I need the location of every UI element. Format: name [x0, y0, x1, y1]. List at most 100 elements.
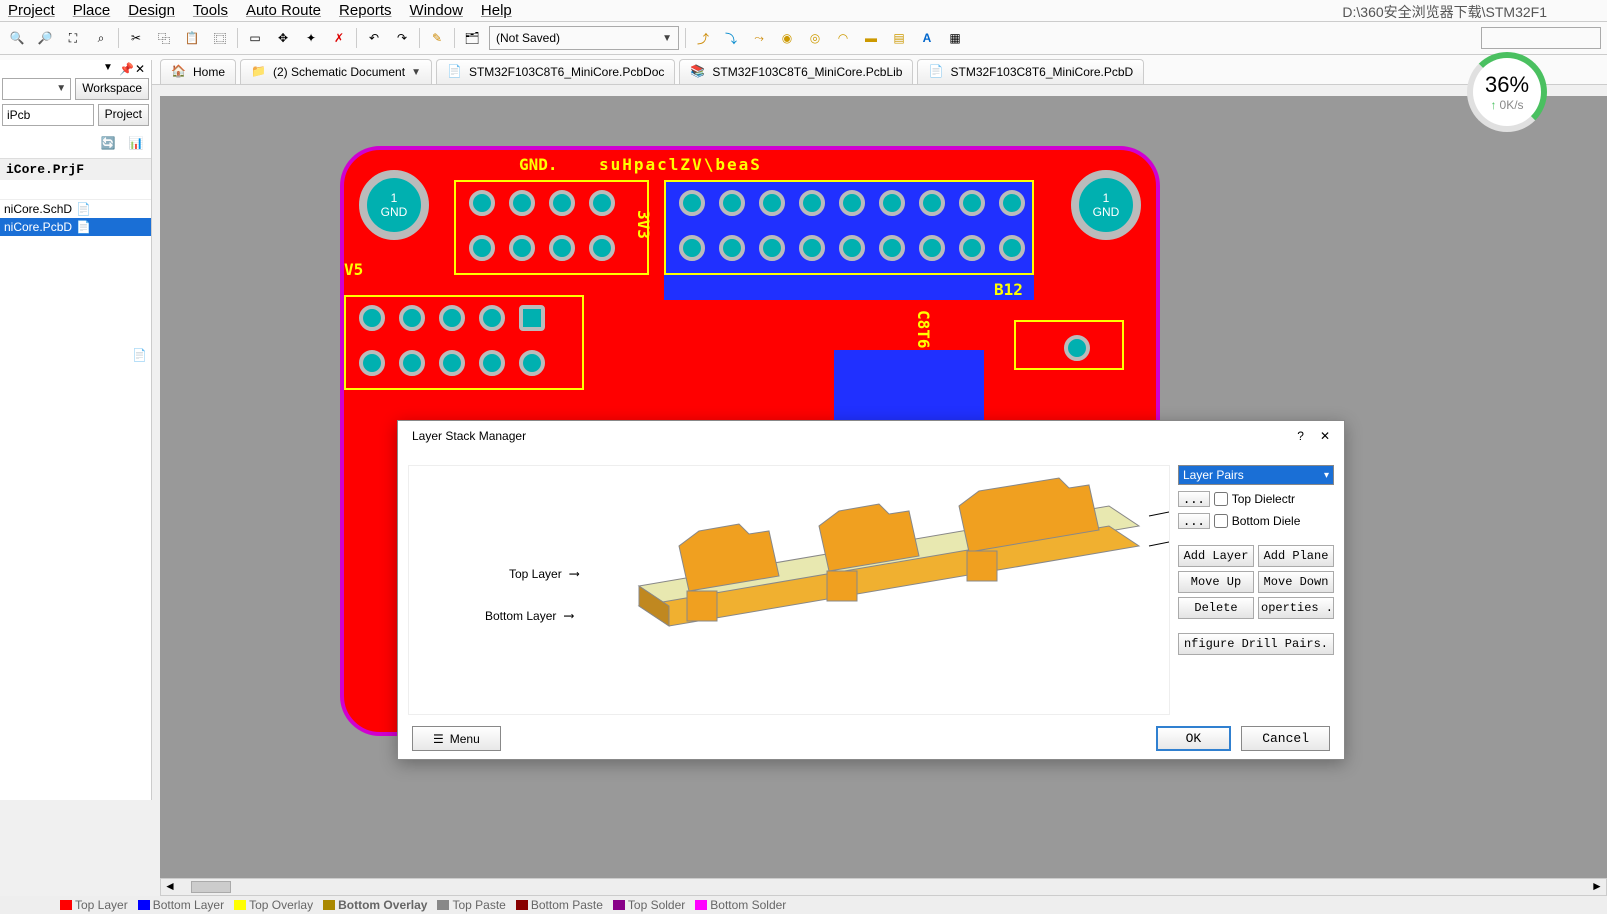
place-via-icon[interactable]: ◎	[804, 27, 826, 49]
add-layer-button[interactable]: Add Layer	[1178, 545, 1254, 567]
projects-panel: ▼ 📌 ✕ ▼ Workspace iPcb Project 🔄 📊 iCore…	[0, 60, 152, 800]
layer-tab-bottom[interactable]: Bottom Layer	[138, 896, 224, 914]
gauge-speed: ↑ 0K/s	[1490, 98, 1523, 112]
cancel-button[interactable]: Cancel	[1241, 726, 1330, 751]
top-dielectric-check[interactable]	[1214, 492, 1228, 506]
tab-pcbdoc[interactable]: 📄 STM32F103C8T6_MiniCore.PcbDoc	[436, 59, 675, 84]
clear-icon[interactable]: ✗	[328, 27, 350, 49]
panel-close-icon[interactable]: ✕	[135, 62, 147, 74]
place-array-icon[interactable]: ▦	[944, 27, 966, 49]
ok-button[interactable]: OK	[1156, 726, 1232, 751]
tree-item-pcb[interactable]: niCore.PcbD 📄	[0, 218, 151, 236]
properties-button[interactable]: operties .	[1258, 597, 1334, 619]
layer-stack-dialog: Layer Stack Manager ? ✕ Top Layer ⟶ Bott…	[397, 420, 1345, 760]
bottom-dielectric-check[interactable]	[1214, 514, 1228, 528]
move-icon[interactable]: ✥	[272, 27, 294, 49]
add-plane-button[interactable]: Add Plane	[1258, 545, 1334, 567]
layer-tabs-bar: Top Layer Bottom Layer Top Overlay Botto…	[0, 896, 1607, 914]
layer-stack-preview: Top Layer ⟶ Bottom Layer ⟶	[408, 465, 1170, 715]
paste-special-icon[interactable]: ⿴	[209, 27, 231, 49]
structure-icon[interactable]: 📊	[125, 132, 147, 154]
tree-item-sch[interactable]: niCore.SchD 📄	[0, 200, 151, 218]
folder-icon: 📁	[251, 64, 267, 80]
drill-pairs-button[interactable]: nfigure Drill Pairs.	[1178, 633, 1334, 655]
refresh-icon[interactable]: 🔄	[97, 132, 119, 154]
horizontal-scrollbar[interactable]: ◄ ►	[160, 878, 1607, 896]
place-arc-icon[interactable]: ◠	[832, 27, 854, 49]
chevron-down-icon: ▼	[662, 33, 672, 44]
pcb-lib-icon: 📚	[690, 64, 706, 80]
browse-icon[interactable]: 🗂	[461, 27, 483, 49]
move-up-button[interactable]: Move Up	[1178, 571, 1254, 593]
highlight-icon[interactable]: ✎	[426, 27, 448, 49]
zoom-fit-icon[interactable]: ⛶	[62, 27, 84, 49]
tab-home[interactable]: 🏠 Home	[160, 59, 236, 84]
route-multi-icon[interactable]: ⤳	[748, 27, 770, 49]
tree-item-empty: 📄	[0, 346, 151, 364]
undo-icon[interactable]: ↶	[363, 27, 385, 49]
layer-tab-topov[interactable]: Top Overlay	[234, 896, 313, 914]
scroll-right-icon[interactable]: ►	[1588, 879, 1606, 895]
delete-button[interactable]: Delete	[1178, 597, 1254, 619]
move-down-button[interactable]: Move Down	[1258, 571, 1334, 593]
panel-pin-icon[interactable]: 📌	[119, 62, 131, 74]
menu-window[interactable]: Window	[410, 2, 463, 19]
zoom-in-icon[interactable]: 🔍	[6, 27, 28, 49]
route-track-icon[interactable]: ⤴	[692, 27, 714, 49]
layer-tab-top[interactable]: Top Layer	[60, 896, 128, 914]
deselect-icon[interactable]: ✦	[300, 27, 322, 49]
silk-label: suHpaclZV\beaS	[599, 155, 762, 174]
workspace-combo[interactable]: ▼	[2, 78, 71, 100]
menu-tools[interactable]: Tools	[193, 2, 228, 19]
scroll-thumb[interactable]	[191, 881, 231, 893]
layer-pairs-select[interactable]: Layer Pairs ▾	[1178, 465, 1334, 485]
project-node[interactable]: iCore.PrjF	[0, 159, 151, 180]
silk-label: C8T6	[914, 310, 933, 349]
layer-tab-bpaste[interactable]: Bottom Paste	[516, 896, 603, 914]
zoom-tool-icon[interactable]: 🔎	[34, 27, 56, 49]
layer-tab-tpaste[interactable]: Top Paste	[437, 896, 505, 914]
place-text-icon[interactable]: A	[916, 27, 938, 49]
chevron-down-icon: ▼	[56, 83, 66, 94]
scroll-left-icon[interactable]: ◄	[161, 879, 179, 895]
project-button[interactable]: Project	[98, 104, 149, 126]
layer-tab-botov[interactable]: Bottom Overlay	[323, 896, 427, 914]
menu-help[interactable]: Help	[481, 2, 512, 19]
document-combo[interactable]: (Not Saved)▼	[489, 26, 679, 50]
download-gauge: 36% ↑ 0K/s	[1467, 52, 1547, 132]
workspace-button[interactable]: Workspace	[75, 78, 149, 100]
menu-autoroute[interactable]: Auto Route	[246, 2, 321, 19]
select-rect-icon[interactable]: ▭	[244, 27, 266, 49]
menu-project[interactable]: Project	[8, 2, 55, 19]
chevron-down-icon: ▼	[411, 67, 421, 78]
document-icon: 📄	[132, 348, 147, 362]
copy-icon[interactable]: ⿻	[153, 27, 175, 49]
tab-schematic[interactable]: 📁 (2) Schematic Document ▼	[240, 59, 432, 84]
close-icon[interactable]: ✕	[1320, 429, 1330, 443]
place-poly-icon[interactable]: ▤	[888, 27, 910, 49]
gauge-percent: 36%	[1485, 72, 1529, 98]
route-diff-icon[interactable]: ⤵	[720, 27, 742, 49]
panel-menu-icon[interactable]: ▼	[103, 62, 115, 74]
tab-pcbd[interactable]: 📄 STM32F103C8T6_MiniCore.PcbD	[917, 59, 1144, 84]
menu-design[interactable]: Design	[128, 2, 175, 19]
help-icon[interactable]: ?	[1297, 429, 1304, 443]
dialog-title: Layer Stack Manager	[412, 429, 526, 443]
place-pad-icon[interactable]: ◉	[776, 27, 798, 49]
place-fill-icon[interactable]: ▬	[860, 27, 882, 49]
layer-tab-tsolder[interactable]: Top Solder	[613, 896, 685, 914]
dialog-menu-button[interactable]: ☰ Menu	[412, 726, 501, 751]
search-combo[interactable]	[1481, 27, 1601, 49]
paste-icon[interactable]: 📋	[181, 27, 203, 49]
layer-tab-bsolder[interactable]: Bottom Solder	[695, 896, 786, 914]
menu-place[interactable]: Place	[73, 2, 111, 19]
menu-reports[interactable]: Reports	[339, 2, 392, 19]
bottom-dielectric-browse[interactable]: ...	[1178, 513, 1210, 529]
silk-label: V5	[344, 260, 363, 279]
tab-pcblib[interactable]: 📚 STM32F103C8T6_MiniCore.PcbLib	[679, 59, 913, 84]
document-icon: 📄	[76, 202, 91, 216]
top-dielectric-browse[interactable]: ...	[1178, 491, 1210, 507]
cut-icon[interactable]: ✂	[125, 27, 147, 49]
zoom-area-icon[interactable]: ⌕	[90, 27, 112, 49]
redo-icon[interactable]: ↷	[391, 27, 413, 49]
